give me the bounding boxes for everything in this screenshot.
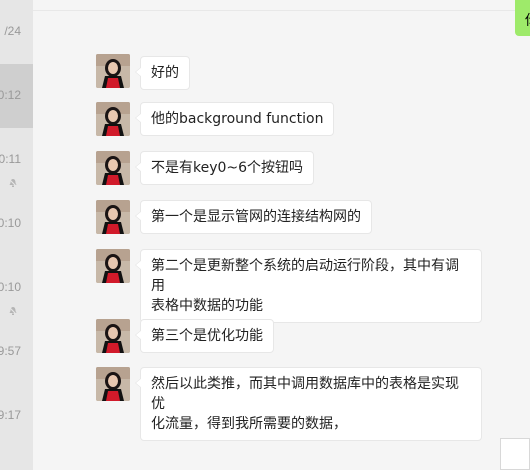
conversation-time: /24 (4, 24, 21, 38)
conversation-time: 0:10 (0, 280, 21, 294)
conversation-time: 0:11 (0, 152, 21, 166)
conversation-item[interactable]: 0:11 (0, 128, 33, 192)
conversation-item[interactable]: 0:10 (0, 192, 33, 256)
message-bubble[interactable]: 然后以此类推，而其中调用数据库中的表格是实现优 化流量，得到我所需要的数据， (135, 367, 482, 441)
conversation-time: 0:12 (0, 88, 21, 102)
user-avatar[interactable] (96, 200, 130, 234)
message-bubble[interactable]: 第三个是优化功能 (135, 319, 274, 353)
message-line: 第二个是更新整个系统的启动运行阶段，其中有调用 (151, 258, 459, 294)
conversation-time: 9:17 (0, 408, 21, 422)
input-area-corner[interactable] (500, 438, 530, 470)
message-bubble[interactable]: 第二个是更新整个系统的启动运行阶段，其中有调用 表格中数据的功能 (135, 249, 482, 323)
user-avatar[interactable] (96, 319, 130, 353)
bell-mute-icon (8, 178, 18, 188)
message-bubble[interactable]: 第一个是显示管网的连接结构网的 (135, 200, 372, 234)
conversation-item[interactable]: 9:17 (0, 384, 33, 448)
conversation-item[interactable]: 9:57 (0, 320, 33, 384)
message-bubble[interactable]: 不是有key0~6个按钮吗 (134, 151, 315, 185)
message-line: 然后以此类推，而其中调用数据库中的表格是实现优 (151, 376, 459, 412)
user-avatar[interactable] (96, 102, 130, 136)
message-bubble[interactable]: 好的 (135, 56, 190, 90)
bell-mute-icon (8, 306, 18, 316)
conversation-time: 0:10 (0, 216, 21, 230)
conversation-item[interactable]: 0:10 (0, 256, 33, 320)
user-avatar[interactable] (96, 249, 130, 283)
user-avatar[interactable] (96, 151, 130, 185)
user-avatar[interactable] (96, 367, 130, 401)
message-line: 表格中数据的功能 (151, 298, 263, 314)
conversation-time: 9:57 (0, 344, 21, 358)
chat-panel: 你 好的 他的background (33, 0, 530, 470)
conversation-item-active[interactable]: 0:12 (0, 64, 33, 128)
self-message-bubble[interactable]: 你 (515, 0, 530, 36)
message-bubble[interactable]: 他的background function (134, 102, 335, 136)
conversation-list: /24 0:12 0:11 0:10 0:10 9:57 9:17 (0, 0, 33, 470)
message-line: 化流量，得到我所需要的数据， (151, 416, 347, 432)
conversation-item[interactable]: /24 (0, 0, 33, 64)
user-avatar[interactable] (96, 54, 130, 88)
header-divider (33, 10, 530, 11)
